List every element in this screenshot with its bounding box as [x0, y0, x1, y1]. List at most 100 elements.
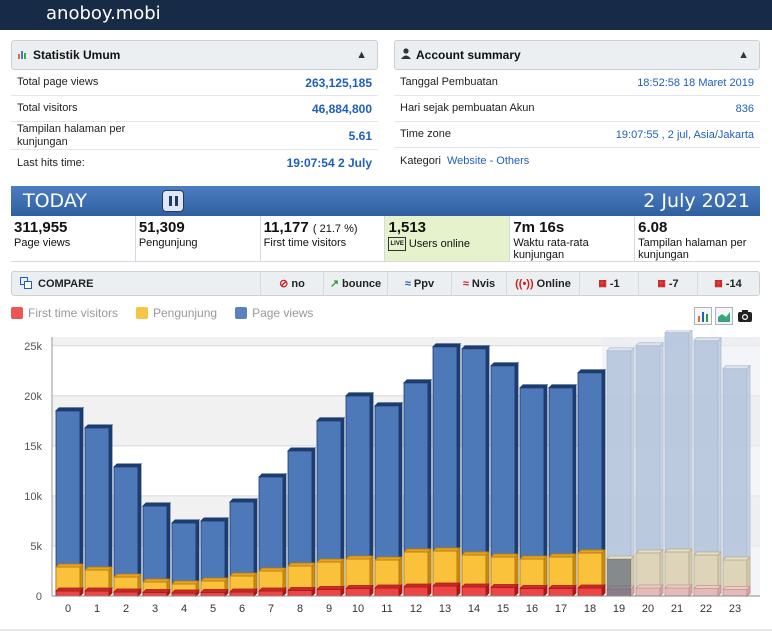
bar-first-time[interactable]: [171, 589, 200, 597]
stat-row-label: Last hits time:: [17, 156, 85, 169]
bar-first-time[interactable]: [229, 588, 258, 597]
bar-chart-type-icon[interactable]: [694, 307, 712, 325]
compare-option-ppv[interactable]: ≈ Ppv: [387, 271, 451, 296]
bar-page-views-face: [200, 517, 229, 522]
bar-pengunjung-face: [432, 547, 461, 552]
bar-first-time-projected-face: [635, 587, 661, 597]
option-label: -7: [668, 277, 679, 290]
bar-first-time[interactable]: [403, 583, 432, 597]
bar-page-views-face: [316, 417, 345, 422]
x-tick-label: 18: [584, 603, 596, 615]
bar-first-time[interactable]: [200, 588, 229, 597]
option-label: Nvis: [471, 277, 496, 290]
bar-first-time[interactable]: [374, 584, 403, 597]
bar-pengunjung-face: [258, 567, 287, 572]
bar-first-time[interactable]: [113, 588, 142, 597]
legend-pengunjung[interactable]: Pengunjung: [136, 306, 217, 320]
y-tick-label: 15k: [24, 441, 42, 453]
kategori-label: Kategori: [400, 154, 441, 167]
bar-first-time[interactable]: [84, 587, 113, 597]
compare-option-day-1[interactable]: ▦ -1: [579, 271, 638, 296]
compare-option-online[interactable]: ((•)) Online: [506, 271, 579, 296]
bar-first-time[interactable]: [490, 583, 519, 597]
general-stats-title: Statistik Umum: [33, 48, 121, 62]
bar-page-views-face: [171, 519, 200, 524]
collapse-caret-icon[interactable]: ▲: [738, 49, 749, 61]
bar-first-time-projected[interactable]: [664, 584, 693, 597]
compare-option-nvis[interactable]: ≈ Nvis: [451, 271, 506, 296]
account-row-label: Time zone: [400, 128, 451, 140]
compare-button[interactable]: COMPARE: [12, 276, 260, 290]
bar-first-time[interactable]: [316, 585, 345, 597]
general-stats-header[interactable]: Statistik Umum ▲: [11, 40, 378, 70]
bar-page-views-face: [548, 384, 577, 389]
chart-legend: First time visitors Pengunjung Page view…: [11, 306, 331, 320]
x-tick-label: 5: [210, 603, 216, 615]
bar-first-time[interactable]: [345, 584, 374, 597]
bar-pengunjung-face: [200, 577, 229, 582]
account-summary-header[interactable]: Account summary ▲: [394, 40, 760, 70]
compare-option-day-14[interactable]: ▦ -14: [697, 271, 758, 296]
x-tick-label: 10: [352, 603, 364, 615]
bar-first-time-projected-face: [722, 586, 751, 590]
bar-first-time-projected-face: [664, 587, 690, 597]
stat-first-time: 11,177 ( 21.7 %) First time visitors: [261, 216, 386, 261]
bar-first-time[interactable]: [287, 586, 316, 597]
kategori-link[interactable]: Website - Others: [447, 155, 529, 167]
bar-page-views-face: [258, 473, 287, 478]
bar-first-time[interactable]: [258, 587, 287, 597]
bar-pengunjung-projected-face: [722, 556, 751, 561]
stat-value: 1,513: [388, 219, 427, 236]
bar-pengunjung-face: [461, 551, 490, 556]
bar-first-time[interactable]: [577, 584, 606, 597]
collapse-caret-icon[interactable]: ▲: [356, 49, 367, 61]
site-title[interactable]: anoboy.mobi: [46, 3, 161, 24]
compare-option-day-7[interactable]: ▦ -7: [638, 271, 697, 296]
pause-button[interactable]: [162, 190, 184, 212]
bar-first-time-projected[interactable]: [635, 584, 664, 597]
compare-option-no[interactable]: ⊘ no: [260, 271, 323, 296]
hourly-chart: 05k10k15k20k25k0 1 2 3 4 5 6 7 8 9 10 11 12 13 14 15 16 1…: [0, 330, 772, 631]
stat-percent: ( 21.7 %): [312, 223, 358, 235]
bar-pengunjung-face: [490, 553, 519, 558]
stat-row-label: Total page views: [17, 76, 99, 88]
bar-first-time-face: [287, 587, 316, 591]
bar-pengunjung-face: [316, 558, 345, 563]
y-tick-label: 20k: [24, 391, 42, 403]
bar-page-views-face: [577, 369, 606, 374]
legend-label: First time visitors: [28, 306, 118, 320]
account-summary-title: Account summary: [416, 48, 521, 62]
bar-first-time-face: [258, 587, 287, 592]
stat-row: Tampilan halaman per kunjungan 5.61: [11, 122, 378, 150]
x-tick-label: 21: [671, 603, 683, 615]
ppv-chart-icon: ≈: [404, 277, 411, 290]
general-stats-panel: Statistik Umum ▲ Total page views 263,125…: [11, 40, 378, 178]
kategori-row: Kategori Website - Others: [394, 148, 760, 174]
legend-page-views[interactable]: Page views: [235, 306, 313, 320]
bar-first-time[interactable]: [55, 587, 84, 597]
bar-page-views-projected-face: [722, 365, 751, 370]
bar-first-time-face: [432, 582, 461, 587]
area-chart-type-icon[interactable]: [715, 307, 733, 325]
compare-option-bounce[interactable]: ↗ bounce: [323, 271, 387, 296]
stat-row-value: 263,125,185: [305, 75, 372, 90]
option-label: -14: [725, 277, 742, 290]
bar-first-time[interactable]: [519, 584, 548, 597]
y-tick-label: 10k: [24, 491, 42, 503]
bar-chart-icon: [18, 49, 28, 62]
bounce-icon: ↗: [329, 278, 340, 290]
bar-first-time[interactable]: [142, 588, 171, 597]
legend-first-time[interactable]: First time visitors: [11, 306, 118, 320]
bar-first-time[interactable]: [432, 582, 461, 597]
stat-row: Total page views 263,125,185: [11, 70, 378, 96]
bar-first-time-projected[interactable]: [722, 585, 751, 597]
bar-first-time-projected[interactable]: [693, 584, 722, 597]
camera-icon[interactable]: [736, 307, 754, 325]
bar-pengunjung-face: [84, 566, 113, 571]
bar-first-time[interactable]: [548, 584, 577, 597]
stat-caption: Users online: [408, 237, 470, 250]
bar-first-time[interactable]: [461, 583, 490, 597]
x-tick-label: 14: [468, 603, 480, 615]
bar-page-views-face: [461, 345, 490, 350]
no-icon: ⊘: [279, 278, 289, 290]
